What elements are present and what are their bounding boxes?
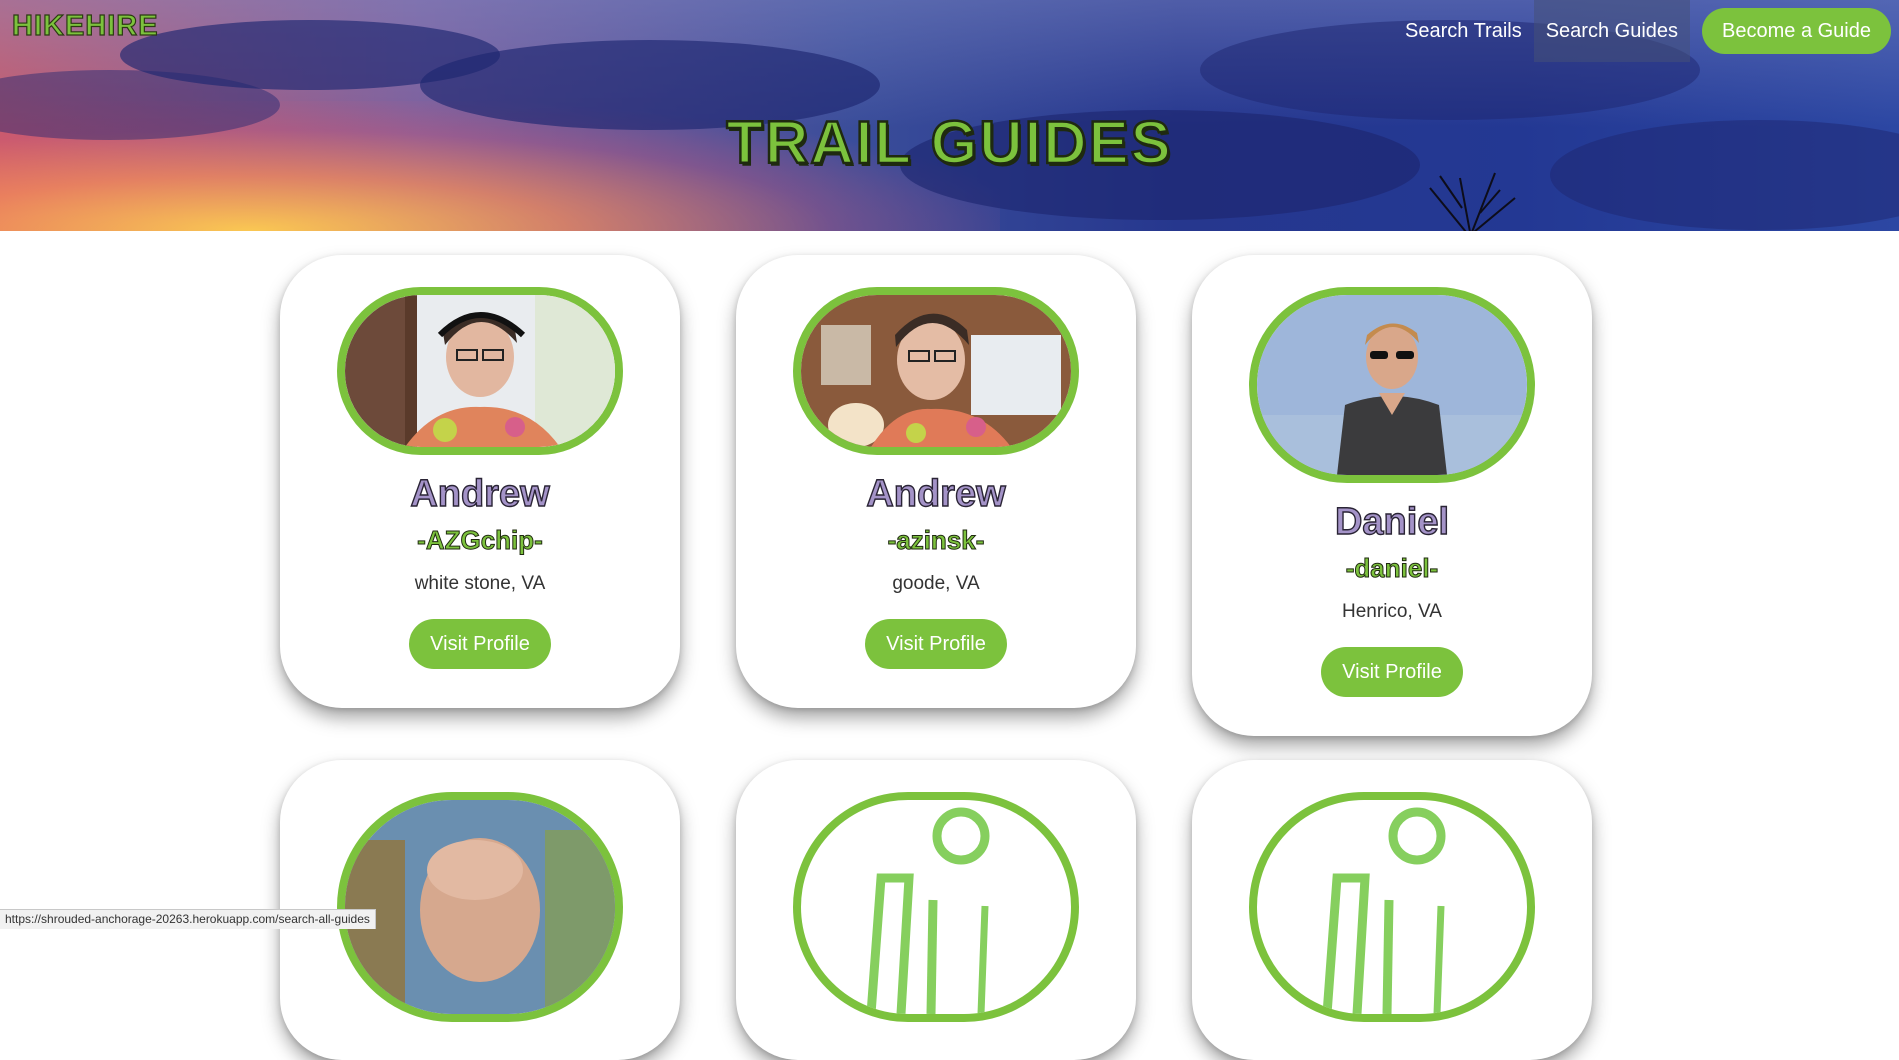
guide-location: Henrico, VA xyxy=(1342,601,1442,622)
guide-card: Daniel -daniel- Henrico, VA Visit Profil… xyxy=(1192,255,1592,736)
visit-profile-button[interactable]: Visit Profile xyxy=(865,619,1007,669)
guide-location: white stone, VA xyxy=(414,573,546,594)
guide-avatar xyxy=(793,287,1079,455)
nav-search-guides[interactable]: Search Guides xyxy=(1533,0,1691,62)
plant-silhouette xyxy=(1429,172,1516,231)
guide-avatar xyxy=(1249,287,1535,483)
guide-card xyxy=(1192,760,1592,1060)
guide-username: -AZGchip- xyxy=(417,525,544,556)
guide-name: Daniel xyxy=(1334,500,1450,543)
guide-username: -daniel- xyxy=(1345,553,1439,584)
guide-avatar xyxy=(337,287,623,455)
site-logo[interactable]: HIKEHIRE xyxy=(11,9,159,43)
guide-name: Andrew xyxy=(866,472,1007,515)
guide-avatar xyxy=(337,792,623,1022)
default-avatar-icon xyxy=(793,792,1079,1022)
become-guide-button[interactable]: Become a Guide xyxy=(1702,8,1891,54)
guide-card xyxy=(736,760,1136,1060)
page-title: TRAIL GUIDES xyxy=(725,108,1173,178)
browser-status-url: https://shrouded-anchorage-20263.herokua… xyxy=(0,909,376,929)
guide-card: Andrew -azinsk- goode, VA Visit Profile xyxy=(736,255,1136,708)
nav-search-trails[interactable]: Search Trails xyxy=(1393,0,1534,62)
guide-location: goode, VA xyxy=(892,573,980,594)
visit-profile-button[interactable]: Visit Profile xyxy=(1321,647,1463,697)
top-nav: Search Trails Search Guides Become a Gui… xyxy=(1393,0,1899,62)
guide-name: Andrew xyxy=(410,472,551,515)
guide-card: Andrew -AZGchip- white stone, VA Visit P… xyxy=(280,255,680,708)
guide-username: -azinsk- xyxy=(887,525,985,556)
hero-banner: HIKEHIRE Search Trails Search Guides Bec… xyxy=(0,0,1899,231)
default-avatar-icon xyxy=(1249,792,1535,1022)
visit-profile-button[interactable]: Visit Profile xyxy=(409,619,551,669)
